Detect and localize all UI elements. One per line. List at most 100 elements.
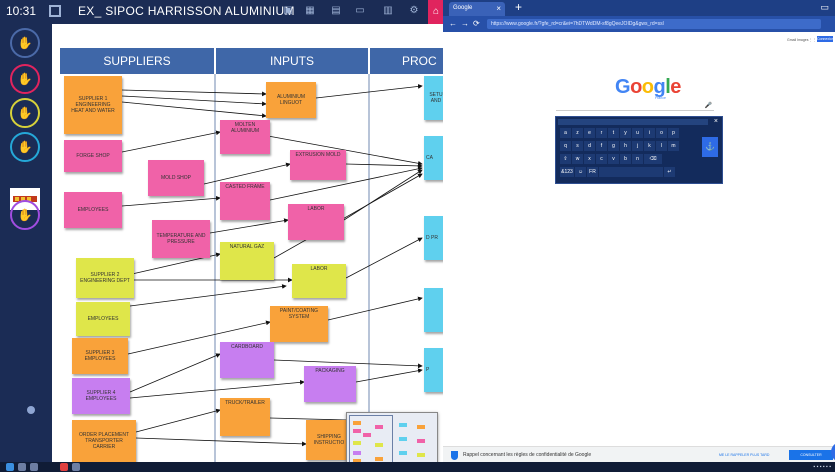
save-icon[interactable]: ▥ — [382, 5, 394, 17]
emoji-key[interactable]: ☺ — [575, 167, 586, 177]
close-tab-icon[interactable]: × — [496, 4, 501, 13]
key[interactable]: b — [620, 154, 631, 164]
whiteboard-canvas[interactable]: SUPPLIERS INPUTS PROC SUPPLIER 1 ENGINEE… — [52, 24, 443, 462]
key[interactable]: f — [596, 141, 607, 151]
pen-tool-yellow[interactable]: ✋ — [10, 98, 40, 128]
note-employees-1[interactable]: EMPLOYEES — [64, 192, 122, 228]
language-key[interactable]: FR — [587, 167, 598, 177]
numbers-key[interactable]: &123 — [560, 167, 574, 177]
note-temperature-pressure[interactable]: TEMPERATURE AND PRESSURE — [152, 220, 210, 258]
search-input[interactable]: 🎤 — [556, 101, 714, 111]
taskbar-app-icon[interactable] — [72, 463, 80, 471]
note-process-blank[interactable] — [424, 288, 443, 332]
grid-icon[interactable]: ▦ — [304, 5, 316, 17]
key[interactable]: u — [632, 128, 643, 138]
note-supplier-3[interactable]: SUPPLIER 3 EMPLOYEES — [72, 338, 128, 374]
start-icon[interactable] — [6, 463, 14, 471]
key[interactable]: s — [572, 141, 583, 151]
note-employees-2[interactable]: EMPLOYEES — [76, 302, 130, 336]
board-icon[interactable] — [49, 5, 61, 17]
backspace-key[interactable]: ⌫ — [644, 154, 662, 164]
key[interactable]: d — [584, 141, 595, 151]
key[interactable]: j — [632, 141, 643, 151]
note-order-placement[interactable]: ORDER PLACEMENT TRANSPORTER CARRIER — [72, 420, 136, 462]
note-molten-aluminium[interactable]: MOLTEN ALUMINIUM — [220, 120, 270, 154]
key[interactable]: r — [596, 128, 607, 138]
key[interactable]: c — [596, 154, 607, 164]
pages-icon[interactable]: ▣ — [282, 5, 294, 17]
key[interactable]: q — [560, 141, 571, 151]
key[interactable]: o — [656, 128, 667, 138]
remind-later-link[interactable]: ME LE RAPPELER PLUS TARD — [719, 453, 769, 457]
key[interactable]: x — [584, 154, 595, 164]
note-supplier-2[interactable]: SUPPLIER 2 ENGINEERING DEPT — [76, 258, 134, 298]
key[interactable]: g — [608, 141, 619, 151]
back-icon[interactable]: ← — [449, 19, 457, 28]
key[interactable]: y — [620, 128, 631, 138]
gmail-link[interactable]: Gmail — [787, 38, 796, 42]
keyboard-close-icon[interactable]: × — [714, 118, 718, 125]
note-process-p[interactable]: P — [424, 348, 443, 392]
new-tab-icon[interactable]: + — [515, 0, 522, 14]
key[interactable]: p — [668, 128, 679, 138]
taskbar-app-icon[interactable] — [30, 463, 38, 471]
review-now-button[interactable]: CONSULTER MAINTENANT — [789, 450, 833, 467]
key[interactable]: k — [644, 141, 655, 151]
key[interactable]: w — [572, 154, 583, 164]
taskbar-app-icon[interactable] — [18, 463, 26, 471]
note-process-ca[interactable]: CA — [424, 136, 443, 180]
note-packaging[interactable]: PACKAGING — [304, 366, 356, 402]
minimap[interactable] — [346, 412, 438, 462]
note-extrusion-mold[interactable]: EXTRUSION MOLD — [290, 150, 346, 180]
key[interactable]: h — [620, 141, 631, 151]
url-field[interactable]: https://www.google.fr/?gfe_rd=cr&ei=7hDT… — [487, 19, 821, 29]
apps-icon[interactable]: ⋮⋮ — [809, 38, 816, 42]
note-cardboard[interactable]: CARDBOARD — [220, 342, 274, 378]
pen-tool-purple[interactable]: ✋ — [10, 200, 40, 230]
system-tray[interactable]: ▪ ▪ ▪ ▪ ▪ ▪ — [813, 464, 831, 470]
note-supplier-4[interactable]: SUPPLIER 4 EMPLOYEES — [72, 378, 130, 414]
document-icon[interactable]: ▤ — [330, 5, 342, 17]
key[interactable]: m — [668, 141, 679, 151]
note-natural-gaz[interactable]: NATURAL GAZ — [220, 242, 274, 280]
folder-icon[interactable]: ▭ — [354, 5, 366, 17]
note-forge-shop[interactable]: FORGE SHOP — [64, 140, 122, 172]
signin-button[interactable]: Connexion — [817, 36, 834, 42]
settings-icon[interactable]: ⚙ — [408, 5, 420, 17]
keyboard-dock-icon[interactable]: ⚓ — [702, 137, 718, 157]
reload-icon[interactable]: ⟳ — [473, 19, 480, 28]
note-truck-trailer[interactable]: TRUCK/TRAILER — [220, 398, 270, 436]
forward-icon[interactable]: → — [461, 19, 469, 28]
images-link[interactable]: Images — [797, 38, 808, 42]
note-casted-frame[interactable]: CASTED FRAME — [220, 182, 270, 220]
key[interactable]: e — [584, 128, 595, 138]
note-process-setup[interactable]: SETU AND — [424, 76, 443, 120]
note-supplier-1[interactable]: SUPPLIER 1 ENGINEERING HEAT AND WATER — [64, 76, 122, 134]
key[interactable]: v — [608, 154, 619, 164]
note-labor-2[interactable]: LABOR — [292, 264, 346, 298]
pen-tool-blue[interactable]: ✋ — [10, 28, 40, 58]
key[interactable]: z — [572, 128, 583, 138]
key[interactable]: l — [656, 141, 667, 151]
home-icon[interactable]: ⌂ — [428, 0, 444, 24]
note-aluminium-linguot[interactable]: ALUMINIUM LINGUOT — [266, 82, 316, 118]
key[interactable]: a — [560, 128, 571, 138]
shift-key[interactable]: ⇧ — [560, 154, 571, 164]
note-labor-1[interactable]: LABOR — [288, 204, 344, 240]
note-paint-coating-system[interactable]: PAINT/COATING SYSTEM — [270, 306, 328, 342]
key[interactable]: t — [608, 128, 619, 138]
note-process-d[interactable]: D PR — [424, 216, 443, 260]
space-key[interactable] — [599, 167, 663, 177]
pen-tool-red[interactable]: ✋ — [10, 64, 40, 94]
enter-key[interactable]: ↵ — [664, 167, 675, 177]
tab-google[interactable]: Google × — [449, 2, 505, 16]
minimap-note — [399, 423, 407, 427]
key[interactable]: i — [644, 128, 655, 138]
mic-icon[interactable]: 🎤 — [705, 102, 712, 109]
pen-tool-cyan[interactable]: ✋ — [10, 132, 40, 162]
note-mold-shop[interactable]: MOLD SHOP — [148, 160, 204, 196]
key[interactable]: n — [632, 154, 643, 164]
zoom-dot[interactable] — [27, 406, 35, 414]
taskbar-app-icon[interactable] — [60, 463, 68, 471]
window-icon[interactable]: ▭ — [820, 2, 829, 13]
